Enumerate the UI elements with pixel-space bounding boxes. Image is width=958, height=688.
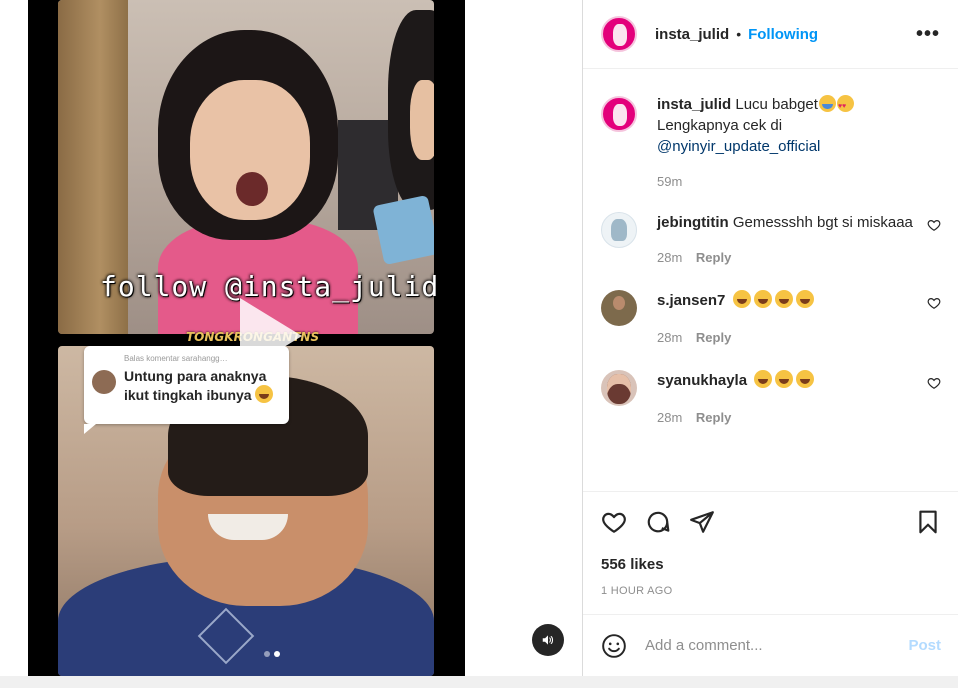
play-icon[interactable] [240, 298, 302, 374]
like-comment-heart-icon[interactable] [927, 376, 941, 390]
like-comment-heart-icon[interactable] [927, 218, 941, 232]
laugh-emoji-icon [753, 290, 772, 308]
comment-emojis [730, 290, 814, 309]
emoji-picker-icon[interactable] [601, 633, 627, 659]
commenter-avatar[interactable] [601, 212, 637, 248]
commenter-avatar[interactable] [601, 290, 637, 326]
comment-input[interactable] [645, 637, 885, 654]
more-options-icon[interactable]: ••• [916, 23, 940, 46]
like-heart-icon[interactable] [601, 509, 627, 535]
reply-button[interactable]: Reply [696, 330, 731, 345]
comment-body: syanukhayla 28m Reply [657, 370, 915, 428]
caption-text-line-2: Lengkapnya cek di [657, 117, 783, 134]
post-header: insta_julid • Following ••• [583, 0, 958, 69]
reply-button[interactable]: Reply [696, 410, 731, 425]
like-comment-heart-icon[interactable] [927, 296, 941, 310]
caption-username[interactable]: insta_julid [657, 96, 731, 113]
comment-time: 28m [657, 410, 683, 425]
comment-username[interactable]: syanukhayla [657, 372, 747, 389]
comments-list[interactable]: insta_julid Lucu babget Lengkapnya cek d… [583, 70, 958, 490]
audio-toggle-button[interactable] [532, 624, 564, 656]
comment-username[interactable]: jebingtitin [657, 214, 729, 231]
comment-body: s.jansen7 28m Reply [657, 290, 915, 348]
save-bookmark-icon[interactable] [915, 509, 941, 535]
post-comment-button[interactable]: Post [908, 637, 941, 654]
video-player[interactable]: follow @insta_julid TONGKRONGANTNS Balas… [28, 0, 465, 676]
comment-text: Gemessshh bgt si miskaaa [732, 214, 913, 231]
cup [372, 194, 434, 266]
comment-bubble-icon[interactable] [645, 509, 671, 535]
action-bar [601, 508, 941, 536]
author-username[interactable]: insta_julid [655, 26, 729, 43]
laugh-emoji-icon [774, 290, 793, 308]
comment-body: jebingtitin Gemessshh bgt si miskaaa 28m… [657, 212, 915, 268]
caption-time: 59m [657, 174, 683, 189]
comment-emojis [751, 370, 815, 389]
following-button[interactable]: Following [748, 26, 818, 43]
caption-avatar[interactable] [601, 96, 637, 132]
laugh-emoji-icon [732, 290, 751, 308]
carousel-dot-active [274, 651, 280, 657]
comment-meta: 28m Reply [657, 407, 915, 428]
window-bottom-edge [0, 676, 958, 688]
child-mouth [236, 172, 268, 206]
second-child-face [410, 80, 434, 160]
media-pane: follow @insta_julid TONGKRONGANTNS Balas… [0, 0, 582, 676]
caption-mention-link[interactable]: @nyinyir_update_official [657, 136, 854, 157]
reply-sticker-avatar [92, 370, 116, 394]
post-timestamp[interactable]: 1 HOUR AGO [601, 585, 941, 597]
comment-meta: 28m Reply [657, 327, 915, 348]
laugh-emoji-icon [796, 370, 815, 388]
carousel-indicator [264, 651, 280, 657]
post-detail-panel: insta_julid • Following ••• insta_julid … [582, 0, 958, 676]
laugh-emoji-icon [775, 370, 794, 388]
comment-time: 28m [657, 250, 683, 265]
laugh-emoji-icon [795, 290, 814, 308]
reply-button[interactable]: Reply [696, 250, 731, 265]
add-comment-bar: Post [583, 614, 958, 676]
post-caption: insta_julid Lucu babget Lengkapnya cek d… [601, 94, 941, 192]
carousel-dot [264, 651, 270, 657]
caption-body: insta_julid Lucu babget Lengkapnya cek d… [657, 94, 854, 192]
share-paper-plane-icon[interactable] [689, 509, 715, 535]
likes-count[interactable]: 556 likes [601, 556, 941, 573]
speaker-icon [542, 635, 554, 645]
heart-eyes-emoji-icon [836, 95, 854, 117]
laugh-emoji-icon [754, 370, 773, 388]
commenter-avatar[interactable] [601, 370, 637, 406]
comment-item: s.jansen7 28m Reply [601, 290, 941, 348]
header-separator: • [736, 26, 742, 42]
crying-emoji-icon [818, 95, 836, 112]
author-avatar[interactable] [601, 16, 637, 52]
comment-item: jebingtitin Gemessshh bgt si miskaaa 28m… [601, 212, 941, 268]
caption-text: Lucu babget [735, 96, 818, 113]
comment-username[interactable]: s.jansen7 [657, 292, 725, 309]
laugh-emoji-icon [254, 385, 273, 403]
comment-meta: 28m Reply [657, 247, 915, 268]
post-actions: 556 likes 1 HOUR AGO [583, 491, 958, 597]
comment-item: syanukhayla 28m Reply [601, 370, 941, 428]
comment-time: 28m [657, 330, 683, 345]
